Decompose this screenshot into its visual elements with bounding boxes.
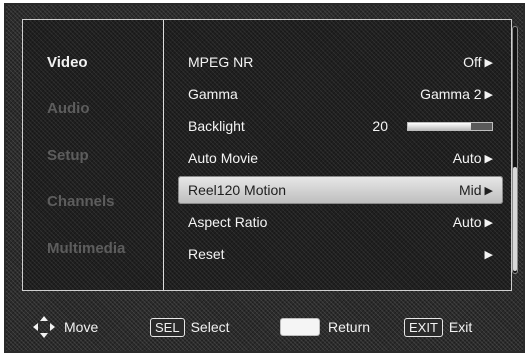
select-hint: SEL Select bbox=[150, 317, 230, 337]
return-key-icon bbox=[280, 318, 320, 336]
sidebar-item-audio[interactable]: Audio bbox=[47, 100, 90, 117]
sidebar-item-setup[interactable]: Setup bbox=[47, 147, 89, 164]
row-label: MPEG NR bbox=[188, 54, 254, 70]
scrollbar-thumb[interactable] bbox=[513, 167, 517, 271]
menu-row-gamma[interactable]: Gamma Gamma 2 ▶ bbox=[178, 80, 503, 108]
sidebar-item-label: Multimedia bbox=[47, 240, 126, 257]
sidebar-item-label: Channels bbox=[47, 193, 115, 210]
row-value: Mid bbox=[458, 182, 482, 198]
menu-row-reset[interactable]: Reset ▶ bbox=[178, 240, 503, 268]
move-label: Move bbox=[64, 319, 99, 335]
row-value: Auto bbox=[452, 214, 482, 230]
row-label: Gamma bbox=[188, 86, 238, 102]
menu-row-aspect-ratio[interactable]: Aspect Ratio Auto ▶ bbox=[178, 208, 503, 236]
tv-menu-frame: Video Audio Setup Channels Multimedia MP… bbox=[4, 3, 525, 353]
menu-row-reel120-motion[interactable]: Reel120 Motion Mid ▶ bbox=[178, 176, 503, 204]
footer-hints: Move SEL Select Return EXIT Exit bbox=[22, 307, 512, 347]
row-value: Gamma 2 bbox=[420, 86, 482, 102]
select-label: Select bbox=[190, 319, 230, 335]
return-label: Return bbox=[328, 319, 371, 335]
move-hint: Move bbox=[32, 315, 98, 339]
sidebar-item-multimedia[interactable]: Multimedia bbox=[47, 240, 125, 257]
row-label: Reset bbox=[188, 246, 225, 262]
backlight-value: 20 bbox=[372, 118, 388, 134]
row-label: Auto Movie bbox=[188, 150, 259, 166]
sidebar-item-video[interactable]: Video bbox=[47, 54, 88, 71]
backlight-slider[interactable] bbox=[407, 121, 493, 131]
sel-key-badge: SEL bbox=[150, 317, 185, 337]
right-arrow-icon: ▶ bbox=[484, 56, 493, 69]
sidebar-item-channels[interactable]: Channels bbox=[47, 193, 115, 210]
backlight-slider-fill bbox=[408, 122, 471, 130]
exit-label: Exit bbox=[448, 319, 473, 335]
return-hint: Return bbox=[280, 318, 370, 336]
right-arrow-icon: ▶ bbox=[484, 152, 493, 165]
row-value: Off bbox=[463, 54, 482, 70]
row-label: Aspect Ratio bbox=[188, 214, 268, 230]
exit-key-badge: EXIT bbox=[404, 317, 443, 337]
menu-row-mpeg-nr[interactable]: MPEG NR Off ▶ bbox=[178, 48, 503, 76]
sidebar-item-label: Setup bbox=[47, 147, 89, 164]
right-arrow-icon: ▶ bbox=[484, 216, 493, 229]
sidebar-divider bbox=[163, 20, 164, 290]
menu-row-backlight[interactable]: Backlight 20 bbox=[178, 112, 503, 140]
right-arrow-icon: ▶ bbox=[484, 248, 493, 261]
right-arrow-icon: ▶ bbox=[484, 88, 493, 101]
menu-row-auto-movie[interactable]: Auto Movie Auto ▶ bbox=[178, 144, 503, 172]
exit-hint: EXIT Exit bbox=[404, 317, 473, 337]
sidebar-item-label: Video bbox=[47, 54, 88, 71]
scrollbar[interactable] bbox=[512, 26, 518, 274]
row-label: Reel120 Motion bbox=[188, 182, 287, 198]
four-way-arrow-icon bbox=[33, 316, 55, 338]
row-label: Backlight bbox=[188, 118, 245, 134]
right-arrow-icon: ▶ bbox=[484, 184, 493, 197]
menu-panel: Video Audio Setup Channels Multimedia MP… bbox=[22, 19, 518, 291]
row-value: Auto bbox=[452, 150, 482, 166]
sidebar-item-label: Audio bbox=[47, 100, 90, 117]
